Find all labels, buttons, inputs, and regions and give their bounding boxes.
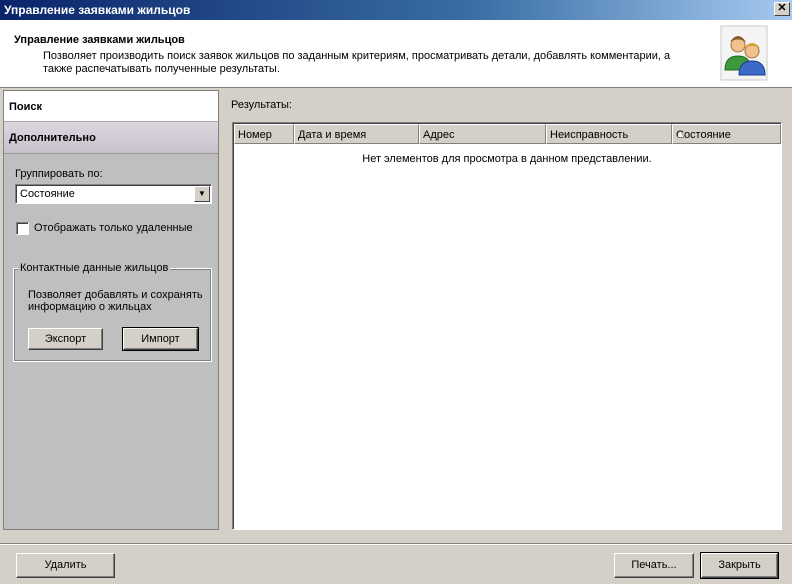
close-button[interactable]: Закрыть [700,552,779,579]
column-label: Номер [238,129,272,141]
header-title: Управление заявками жильцов [14,34,185,46]
contacts-description: Позволяет добавлять и сохранять информац… [28,289,203,313]
column-header-number[interactable]: Номер [234,124,294,144]
sidebar-item-label: Поиск [9,101,43,113]
column-header-datetime[interactable]: Дата и время [294,124,419,144]
users-icon [720,25,768,81]
column-header-fault[interactable]: Неисправность [546,124,672,144]
empty-message: Нет элементов для просмотра в данном пре… [362,153,652,165]
header-panel: Управление заявками жильцов Позволяет пр… [0,20,792,88]
export-button-label: Экспорт [44,333,87,345]
sidebar-item-advanced[interactable]: Дополнительно [4,122,218,154]
import-button-label: Импорт [141,333,180,345]
group-by-select[interactable]: Состояние ▼ [15,184,212,204]
close-window-button[interactable]: ✕ [774,2,790,16]
results-table[interactable]: Номер Дата и время Адрес Неисправность С… [232,122,782,530]
column-header-address[interactable]: Адрес [419,124,546,144]
sort-ascending-icon: ▲ [676,129,685,139]
results-label: Результаты: [231,99,292,111]
show-deleted-checkbox[interactable] [16,222,29,235]
sidebar: Поиск Дополнительно Группировать по: Сос… [3,90,219,530]
delete-button-label: Удалить [44,559,87,571]
window-title: Управление заявками жильцов [4,3,191,17]
chevron-down-icon[interactable]: ▼ [194,186,210,202]
column-label: Неисправность [550,129,629,141]
export-button[interactable]: Экспорт [28,328,103,350]
results-table-header: Номер Дата и время Адрес Неисправность С… [234,124,781,144]
bottom-divider [0,543,792,545]
contacts-groupbox: Контактные данные жильцов Позволяет доба… [13,262,212,362]
show-deleted-label: Отображать только удаленные [34,222,193,234]
print-button-label: Печать... [631,559,677,571]
close-icon: ✕ [777,2,787,14]
column-header-status[interactable]: Состояние ▲ [672,124,781,144]
import-button[interactable]: Импорт [122,327,199,351]
title-bar: Управление заявками жильцов ✕ [0,0,792,20]
print-button[interactable]: Печать... [614,553,694,578]
group-by-value: Состояние [20,188,75,200]
sidebar-item-search[interactable]: Поиск [4,91,218,122]
group-by-label: Группировать по: [15,168,103,180]
close-button-label: Закрыть [718,559,761,571]
header-description: Позволяет производить поиск заявок жильц… [43,50,671,75]
delete-button[interactable]: Удалить [16,553,115,578]
sidebar-item-label: Дополнительно [9,132,96,144]
contacts-groupbox-legend: Контактные данные жильцов [18,262,171,274]
column-label: Дата и время [298,129,367,141]
column-label: Адрес [423,129,455,141]
